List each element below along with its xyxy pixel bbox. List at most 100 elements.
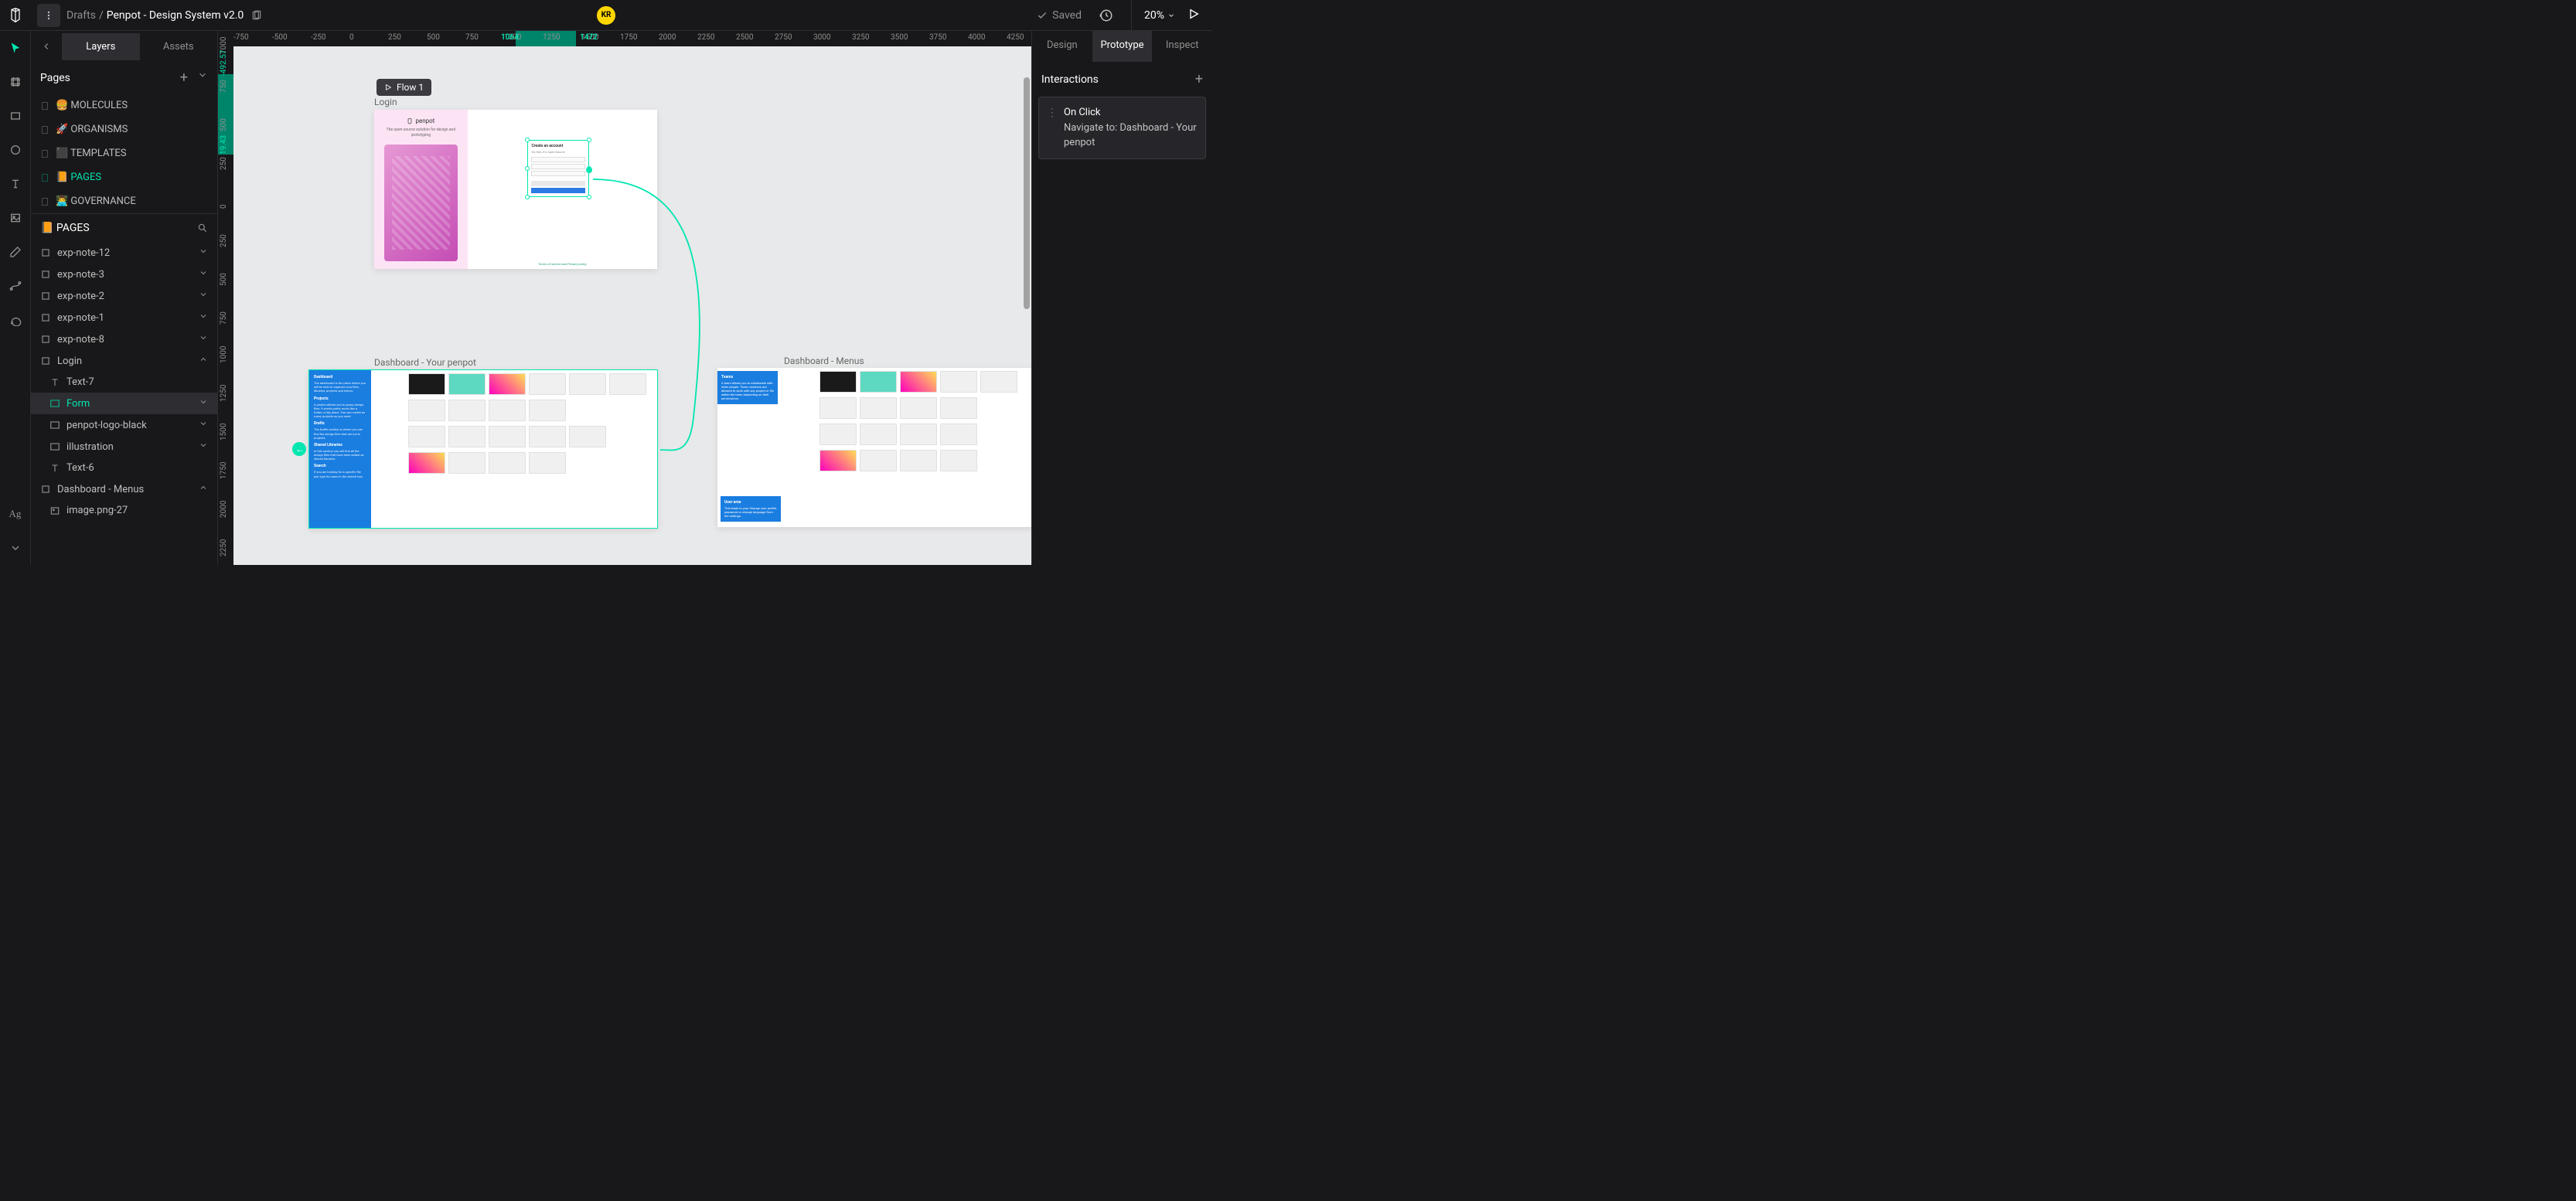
- shortcuts-icon[interactable]: [5, 537, 26, 559]
- ruler-tick: 3250: [852, 33, 869, 42]
- layer-row[interactable]: Login: [31, 350, 217, 372]
- image-tool[interactable]: [5, 207, 26, 229]
- page-item[interactable]: 🍔 MOLECULES: [31, 94, 217, 117]
- image-icon: [49, 505, 60, 516]
- chevron-up-icon[interactable]: [199, 355, 208, 367]
- page-item[interactable]: 👨‍💻 GOVERNANCE: [31, 189, 217, 213]
- add-interaction-button[interactable]: +: [1195, 71, 1203, 87]
- chevron-down-icon[interactable]: [199, 441, 208, 453]
- pages-title: Pages: [40, 72, 70, 84]
- rectangle-tool[interactable]: [5, 105, 26, 127]
- layer-row[interactable]: exp-note-2: [31, 285, 217, 307]
- chevron-down-icon[interactable]: [199, 419, 208, 431]
- flow-badge[interactable]: Flow 1: [377, 79, 431, 96]
- chevron-down-icon[interactable]: [199, 268, 208, 281]
- ruler-vertical[interactable]: 1000750500250025050075010001250150017502…: [218, 46, 233, 565]
- drag-handle-icon[interactable]: ⋮: [1047, 105, 1058, 151]
- login-illustration: [384, 145, 457, 261]
- penpot-logo-icon[interactable]: [0, 0, 31, 31]
- layer-row[interactable]: exp-note-8: [31, 328, 217, 350]
- frame-dashboard-your-penpot[interactable]: DashboardThe dashboard is the place wher…: [308, 369, 658, 529]
- resize-handle[interactable]: [525, 166, 530, 171]
- menus-teams-callout: TeamsA team allows you to collaborate wi…: [717, 371, 778, 404]
- frame-dashboard-menus[interactable]: TeamsA team allows you to collaborate wi…: [717, 368, 1031, 527]
- layer-row[interactable]: Text-7: [31, 372, 217, 393]
- ruler-horizontal[interactable]: -750-500-2500250500750100012501500175020…: [218, 31, 1031, 46]
- layer-label: Dashboard - Menus: [57, 484, 144, 495]
- frame-login[interactable]: penpot The open-source solution for desi…: [374, 110, 657, 269]
- page-item[interactable]: 🚀 ORGANISMS: [31, 117, 217, 141]
- layer-label: exp-note-3: [57, 269, 104, 281]
- interaction-item[interactable]: ⋮ On Click Navigate to: Dashboard - Your…: [1038, 97, 1206, 159]
- resize-handle[interactable]: [587, 138, 591, 142]
- breadcrumb-root[interactable]: Drafts: [66, 9, 96, 22]
- chevron-down-icon[interactable]: [199, 290, 208, 302]
- frame-label[interactable]: Dashboard - Your penpot: [374, 357, 476, 368]
- canvas-scrollbar[interactable]: [1024, 77, 1030, 309]
- layer-row[interactable]: Dashboard - Menus: [31, 478, 217, 500]
- main-menu-button[interactable]: [37, 4, 60, 27]
- ellipse-tool[interactable]: [5, 139, 26, 161]
- toolbar: Ag: [0, 31, 31, 565]
- chevron-down-icon[interactable]: [199, 333, 208, 345]
- frame-icon: [40, 247, 51, 258]
- text-tool[interactable]: [5, 173, 26, 195]
- layer-row[interactable]: exp-note-1: [31, 307, 217, 328]
- layer-row[interactable]: penpot-logo-black: [31, 414, 217, 436]
- pages-list: 🍔 MOLECULES 🚀 ORGANISMS ⬛ TEMPLATES 📙 PA…: [31, 94, 217, 213]
- layer-row[interactable]: exp-note-3: [31, 264, 217, 285]
- add-page-button[interactable]: +: [180, 70, 188, 86]
- tab-assets[interactable]: Assets: [140, 33, 218, 60]
- canvas-viewport[interactable]: Flow 1 Login penpot The open-source solu…: [233, 46, 1031, 565]
- breadcrumb-current[interactable]: Penpot - Design System v2.0: [107, 9, 244, 22]
- form-input: [531, 157, 585, 162]
- layer-label: exp-note-12: [57, 247, 110, 259]
- pen-tool[interactable]: [5, 241, 26, 263]
- zoom-dropdown[interactable]: 20%: [1144, 9, 1175, 22]
- prototype-connector-origin[interactable]: [586, 167, 592, 173]
- typography-shortcut[interactable]: Ag: [5, 503, 26, 525]
- page-item[interactable]: 📙 PAGES: [31, 165, 217, 189]
- form-input: [531, 164, 585, 169]
- tab-layers[interactable]: Layers: [62, 33, 140, 60]
- page-item[interactable]: ⬛ TEMPLATES: [31, 141, 217, 165]
- chevron-down-icon[interactable]: [199, 397, 208, 410]
- avatar[interactable]: KR: [597, 6, 615, 25]
- layer-row[interactable]: Text-6: [31, 458, 217, 478]
- right-panel: Design Prototype Inspect Interactions + …: [1031, 31, 1212, 565]
- canvas[interactable]: -750-500-2500250500750100012501500175020…: [218, 31, 1031, 565]
- panel-back-button[interactable]: [31, 31, 62, 62]
- move-tool[interactable]: [5, 37, 26, 59]
- chevron-down-icon[interactable]: [199, 247, 208, 259]
- path-tool[interactable]: [5, 275, 26, 297]
- resize-handle[interactable]: [525, 138, 530, 142]
- layer-row[interactable]: Form: [31, 393, 217, 414]
- layer-row[interactable]: image.png-27: [31, 500, 217, 521]
- chevron-up-icon[interactable]: [199, 483, 208, 495]
- form-selection[interactable]: Create an account It's free, it's Open S…: [527, 140, 589, 197]
- frame-icon: [40, 291, 51, 301]
- search-icon[interactable]: [197, 223, 208, 233]
- frame-label[interactable]: Login: [374, 97, 397, 107]
- ruler-tick: 2500: [736, 33, 753, 42]
- ruler-tick: 750: [465, 33, 479, 42]
- ruler-tick: 0: [349, 33, 354, 42]
- chevron-down-icon[interactable]: [199, 311, 208, 324]
- comment-tool[interactable]: [5, 309, 26, 331]
- resize-handle[interactable]: [587, 195, 591, 199]
- ruler-tick: 1500: [220, 424, 228, 441]
- frame-tool[interactable]: [5, 71, 26, 93]
- interactions-header: Interactions +: [1032, 62, 1212, 97]
- tab-inspect[interactable]: Inspect: [1152, 31, 1212, 62]
- ruler-tick: 1250: [220, 385, 228, 402]
- frame-label[interactable]: Dashboard - Menus: [784, 356, 864, 366]
- rename-icon[interactable]: [251, 10, 262, 21]
- tab-design[interactable]: Design: [1032, 31, 1092, 62]
- layer-row[interactable]: exp-note-12: [31, 242, 217, 264]
- collapse-pages-icon[interactable]: [197, 70, 208, 80]
- layer-row[interactable]: illustration: [31, 436, 217, 458]
- resize-handle[interactable]: [525, 195, 530, 199]
- history-button[interactable]: [1094, 3, 1119, 28]
- view-mode-button[interactable]: [1187, 8, 1200, 23]
- tab-prototype[interactable]: Prototype: [1092, 31, 1153, 62]
